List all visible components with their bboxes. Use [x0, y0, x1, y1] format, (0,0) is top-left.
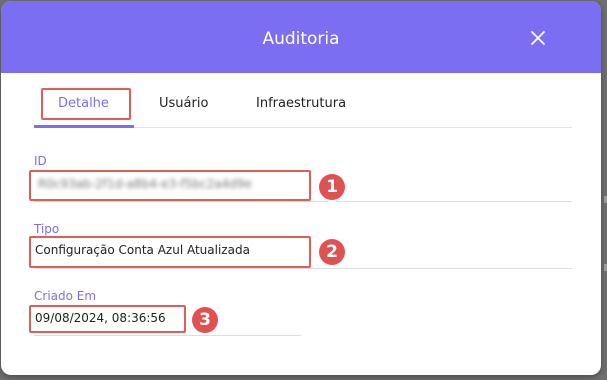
audit-dialog: Auditoria Detalhe Usuário Infraestrutura… — [1, 1, 601, 375]
close-icon — [531, 31, 545, 45]
id-underline — [34, 201, 572, 202]
annotation-badge-1: 1 — [319, 174, 345, 200]
annotation-badge-2: 2 — [319, 239, 345, 265]
tab-active-indicator — [34, 125, 134, 128]
tipo-underline — [34, 268, 572, 269]
close-button[interactable] — [526, 26, 550, 50]
highlight-criado-em — [29, 305, 186, 333]
tipo-label: Tipo — [34, 222, 60, 236]
criado-em-underline — [34, 335, 301, 336]
tab-infraestrutura[interactable]: Infraestrutura — [256, 89, 346, 119]
dialog-title: Auditoria — [262, 29, 340, 49]
tab-usuario[interactable]: Usuário — [159, 89, 208, 119]
dialog-header: Auditoria — [1, 1, 601, 73]
highlight-tipo — [29, 236, 311, 268]
criado-em-label: Criado Em — [34, 289, 97, 303]
id-label: ID — [34, 154, 47, 168]
highlight-tab-detalhe — [41, 88, 131, 120]
annotation-badge-3: 3 — [192, 307, 218, 333]
highlight-id — [29, 170, 311, 201]
